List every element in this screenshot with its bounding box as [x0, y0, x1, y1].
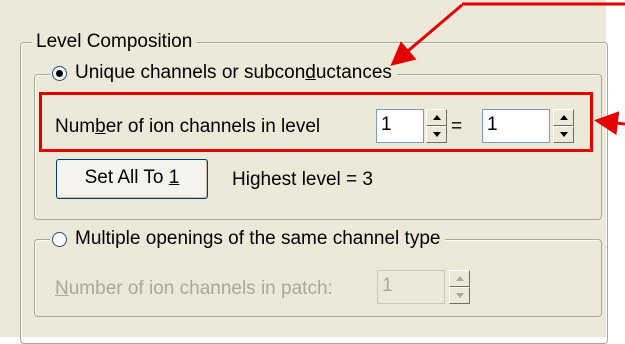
annotation-arrow-to-box — [594, 111, 625, 136]
annotation-arrow-to-radio — [390, 3, 463, 66]
annotation-arrows — [390, 2, 625, 136]
